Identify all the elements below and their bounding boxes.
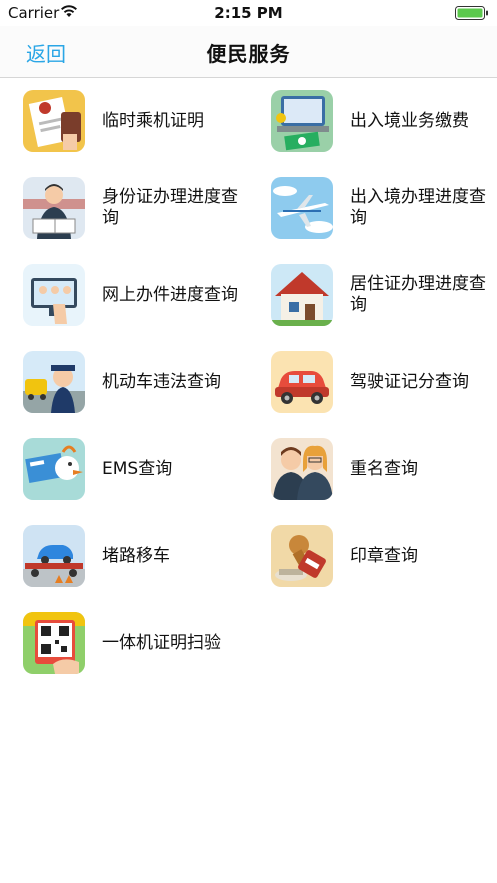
ems-icon	[23, 438, 85, 500]
service-label: EMS查询	[102, 458, 173, 479]
car-icon	[271, 351, 333, 413]
service-item-residence-progress[interactable]: 居住证办理进度查询	[271, 264, 497, 344]
service-item-ems[interactable]: EMS查询	[23, 438, 263, 518]
service-label: 出入境办理进度查询	[350, 187, 486, 228]
service-label: 印章查询	[350, 545, 418, 566]
service-item-boarding-pass[interactable]: 临时乘机证明	[23, 90, 263, 170]
traffic-police-icon	[23, 351, 85, 413]
service-label: 临时乘机证明	[102, 110, 204, 131]
service-item-exit-entry-payment[interactable]: 出入境业务缴费	[271, 90, 497, 170]
clock: 2:15 PM	[214, 4, 283, 22]
service-label: 堵路移车	[102, 545, 170, 566]
service-label: 机动车违法查询	[102, 371, 221, 392]
payment-icon	[271, 90, 333, 152]
qr-scan-icon	[23, 612, 85, 674]
service-item-kiosk-verify[interactable]: 一体机证明扫验	[23, 612, 263, 692]
battery-icon	[455, 6, 488, 20]
service-item-seal-query[interactable]: 印章查询	[271, 525, 497, 605]
id-card-progress-icon	[23, 177, 85, 239]
boarding-pass-icon	[23, 90, 85, 152]
people-icon	[271, 438, 333, 500]
service-item-vehicle-violation[interactable]: 机动车违法查询	[23, 351, 263, 431]
online-service-icon	[23, 264, 85, 326]
tow-truck-icon	[23, 525, 85, 587]
service-item-online-progress[interactable]: 网上办件进度查询	[23, 264, 263, 344]
service-label: 出入境业务缴费	[350, 110, 469, 131]
seal-stamp-icon	[271, 525, 333, 587]
service-label: 网上办件进度查询	[102, 284, 238, 305]
service-item-license-points[interactable]: 驾驶证记分查询	[271, 351, 497, 431]
navigation-bar: 返回 便民服务	[0, 26, 497, 78]
airplane-icon	[271, 177, 333, 239]
service-item-move-car[interactable]: 堵路移车	[23, 525, 263, 605]
status-bar: Carrier 2:15 PM	[0, 0, 497, 26]
service-label: 身份证办理进度查询	[102, 187, 238, 228]
service-label: 驾驶证记分查询	[350, 371, 469, 392]
house-icon	[271, 264, 333, 326]
page-title: 便民服务	[206, 42, 291, 66]
service-label: 一体机证明扫验	[102, 632, 221, 653]
service-item-duplicate-name[interactable]: 重名查询	[271, 438, 497, 518]
service-label: 重名查询	[350, 458, 418, 479]
service-item-exit-entry-progress[interactable]: 出入境办理进度查询	[271, 177, 497, 257]
service-item-id-card-progress[interactable]: 身份证办理进度查询	[23, 177, 263, 257]
service-label: 居住证办理进度查询	[350, 274, 486, 315]
